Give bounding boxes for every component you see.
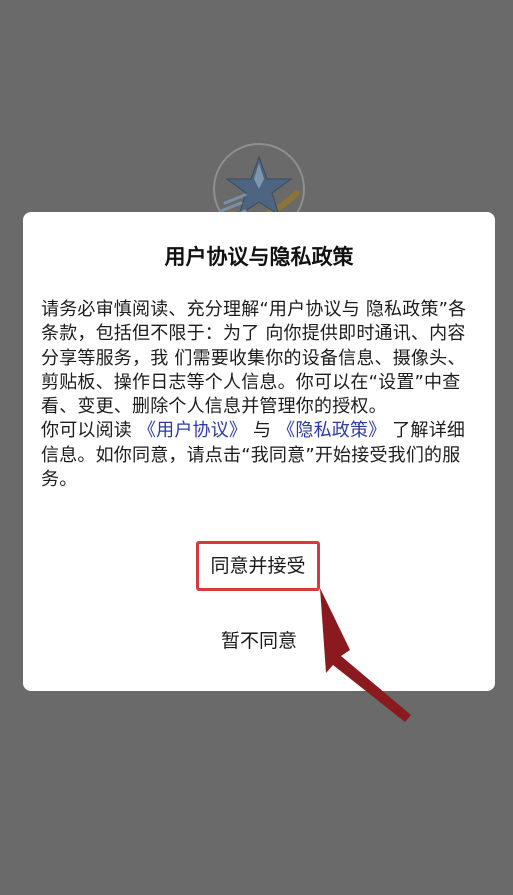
dialog-paragraph-intro: 请务必审慎阅读、充分理解“用户协议与 隐私政策”各条款，包括但不限于：为了 向你… <box>41 299 467 418</box>
privacy-policy-link[interactable]: 《隐私政策》 <box>277 420 386 441</box>
privacy-dialog: 用户协议与隐私政策 请务必审慎阅读、充分理解“用户协议与 隐私政策”各条款，包括… <box>23 212 495 691</box>
dialog-body: 请务必审慎阅读、充分理解“用户协议与 隐私政策”各条款，包括但不限于：为了 向你… <box>41 298 481 492</box>
read-prefix-text: 你可以阅读 <box>41 420 132 442</box>
app-screen: 用户协议与隐私政策 请务必审慎阅读、充分理解“用户协议与 隐私政策”各条款，包括… <box>0 0 513 895</box>
user-agreement-link[interactable]: 《用户协议》 <box>138 420 247 441</box>
dialog-title: 用户协议与隐私政策 <box>164 245 354 269</box>
disagree-button[interactable]: 暂不同意 <box>199 624 319 658</box>
agree-button[interactable]: 同意并接受 <box>196 541 320 591</box>
and-text: 与 <box>253 420 272 442</box>
dialog-paragraph-links: 你可以阅读 《用户协议》 与 《隐私政策》 了解详细信息。如你同意，请点击“我同… <box>41 419 481 492</box>
